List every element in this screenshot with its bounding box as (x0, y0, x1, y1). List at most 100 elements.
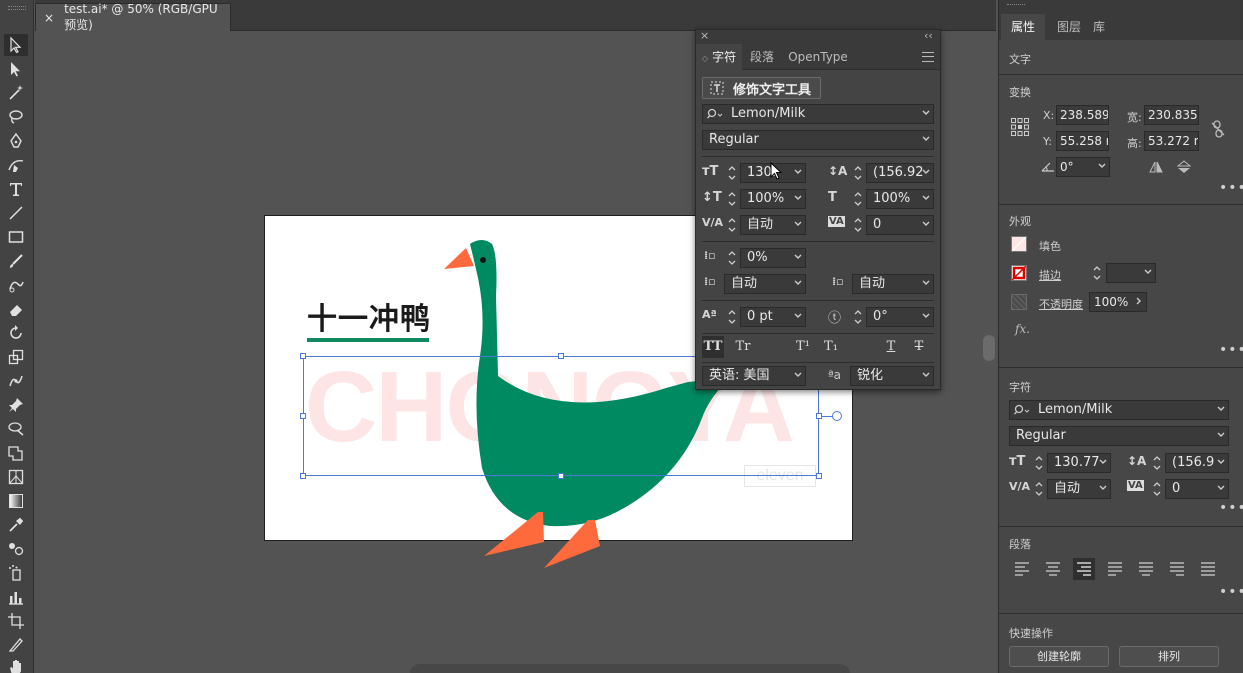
gradient-tool-icon[interactable] (4, 490, 28, 512)
justify-right-icon[interactable] (1166, 558, 1188, 580)
tracking-stepper[interactable] (852, 215, 864, 235)
superscript-button[interactable]: T¹ (792, 336, 814, 358)
paintbrush-tool-icon[interactable] (4, 250, 28, 272)
canvas-vertical-scrollbar[interactable] (983, 335, 995, 361)
heading-text[interactable]: 十一冲鸭 (307, 294, 431, 338)
eraser-tool-icon[interactable] (4, 298, 28, 320)
rp-leading-field[interactable]: (156.9 (1165, 453, 1229, 473)
rp-tracking-stepper[interactable] (1151, 479, 1163, 499)
constrain-proportions-icon[interactable] (1211, 120, 1225, 138)
magic-wand-tool-icon[interactable] (4, 82, 28, 104)
justify-left-icon[interactable] (1104, 558, 1126, 580)
kerning-field[interactable]: 自动 (740, 215, 806, 235)
rp-kerning-field[interactable]: 自动 (1047, 479, 1111, 499)
contextual-task-bar[interactable] (410, 664, 850, 673)
stroke-swatch[interactable] (1011, 265, 1027, 281)
appearance-more-options-icon[interactable]: ••• (1219, 342, 1243, 358)
fill-swatch[interactable] (1011, 236, 1027, 252)
effects-icon[interactable]: fx. (1015, 322, 1030, 336)
pin-tool-icon[interactable] (4, 394, 28, 416)
justify-center-icon[interactable] (1135, 558, 1157, 580)
curvature-tool-icon[interactable] (4, 154, 28, 176)
toolbar-grip[interactable] (8, 6, 26, 10)
horizontal-scale-stepper[interactable] (852, 189, 864, 209)
small-caps-button[interactable]: Tr (732, 336, 754, 358)
opacity-label[interactable]: 不透明度 (1039, 296, 1083, 312)
all-caps-button[interactable]: TT (702, 336, 724, 358)
character-panel-titlebar[interactable]: × ‹‹ (696, 29, 940, 44)
rotate-tool-icon[interactable] (4, 322, 28, 344)
direct-selection-tool-icon[interactable] (4, 58, 28, 80)
transform-more-options-icon[interactable]: ••• (1219, 180, 1243, 196)
strikethrough-button[interactable]: T (908, 336, 930, 358)
tab-paragraph[interactable]: 段落 (744, 44, 780, 70)
tsume-field[interactable]: 0% (740, 248, 806, 268)
handle-top-left[interactable] (300, 353, 306, 359)
leading-field[interactable]: (156.92 (866, 163, 934, 183)
font-family-select[interactable]: Lemon/Milk (702, 104, 934, 124)
character-rotation-field[interactable]: 0° (866, 307, 934, 327)
lasso-tool-icon[interactable] (4, 106, 28, 128)
shaper-tool-icon[interactable] (4, 274, 28, 296)
touch-type-tool-button[interactable]: 修饰文字工具 (702, 77, 821, 99)
height-field[interactable]: 53.272 r (1144, 131, 1199, 151)
paragraph-more-options-icon[interactable]: ••• (1219, 584, 1243, 600)
selection-tool-icon[interactable] (4, 34, 28, 56)
panel-grip[interactable] (1007, 4, 1025, 7)
stroke-label[interactable]: 描边 (1039, 267, 1061, 283)
stroke-width-field[interactable] (1106, 263, 1156, 283)
font-size-stepper[interactable] (726, 163, 738, 183)
align-right-icon[interactable] (1073, 558, 1095, 580)
blend-tool-icon[interactable] (4, 538, 28, 560)
handle-bottom-right[interactable] (816, 473, 822, 479)
document-tab[interactable]: × test.ai* @ 50% (RGB/GPU 预览) (35, 2, 231, 32)
slice-tool-icon[interactable] (4, 634, 28, 656)
perspective-grid-tool-icon[interactable] (4, 466, 28, 488)
kerning-stepper[interactable] (726, 215, 738, 235)
scale-tool-icon[interactable] (4, 346, 28, 368)
tab-properties[interactable]: 属性 (1001, 14, 1046, 40)
stroke-width-stepper[interactable] (1091, 263, 1103, 283)
tab-opentype[interactable]: OpenType (782, 44, 854, 70)
tab-character[interactable]: ◇ 字符 (696, 44, 742, 70)
rp-leading-stepper[interactable] (1151, 453, 1163, 473)
language-select[interactable]: 英语: 美国 (702, 366, 806, 386)
handle-bottom-middle[interactable] (558, 473, 564, 479)
rp-font-size-stepper[interactable] (1033, 453, 1045, 473)
subscript-button[interactable]: T₁ (820, 336, 842, 358)
collapse-panel-icon[interactable]: ‹‹ (924, 29, 933, 42)
align-left-icon[interactable] (1011, 558, 1033, 580)
rectangle-tool-icon[interactable] (4, 226, 28, 248)
character-more-options-icon[interactable]: ••• (1219, 500, 1243, 516)
anti-aliasing-select[interactable]: 锐化 (850, 366, 934, 386)
hand-tool-icon[interactable] (4, 656, 28, 673)
tab-libraries[interactable]: 库 (1083, 14, 1115, 40)
artboard-tool-icon[interactable] (4, 610, 28, 632)
create-outlines-button[interactable]: 创建轮廓 (1009, 646, 1109, 667)
character-rotation-stepper[interactable] (852, 307, 864, 327)
line-segment-tool-icon[interactable] (4, 202, 28, 224)
column-graph-tool-icon[interactable] (4, 586, 28, 608)
width-field[interactable]: 230.835 (1144, 105, 1199, 125)
close-panel-icon[interactable]: × (700, 29, 709, 42)
flip-horizontal-icon[interactable] (1149, 161, 1163, 173)
rp-font-style-select[interactable]: Regular (1009, 426, 1229, 446)
justify-all-icon[interactable] (1197, 558, 1219, 580)
rp-font-family-select[interactable]: Lemon/Milk (1009, 400, 1229, 420)
rp-kerning-stepper[interactable] (1033, 479, 1045, 499)
handle-top-middle[interactable] (558, 353, 564, 359)
horizontal-scale-field[interactable]: 100% (866, 189, 934, 209)
tracking-field[interactable]: 0 (866, 215, 934, 235)
vertical-scale-field[interactable]: 100% (740, 189, 806, 209)
reference-point-icon[interactable] (1011, 118, 1029, 136)
rotation-angle-field[interactable]: 0° (1056, 157, 1110, 177)
puppet-warp-tool-icon[interactable] (4, 370, 28, 392)
y-position-field[interactable]: 55.258 r (1056, 131, 1109, 151)
aki-right-select[interactable]: 自动 (852, 274, 934, 294)
vertical-scale-stepper[interactable] (726, 189, 738, 209)
arrange-button[interactable]: 排列 (1119, 646, 1219, 667)
pen-tool-icon[interactable] (4, 130, 28, 152)
font-style-select[interactable]: Regular (702, 130, 934, 150)
handle-bottom-left[interactable] (300, 473, 306, 479)
rp-font-size-field[interactable]: 130.77 (1047, 453, 1111, 473)
